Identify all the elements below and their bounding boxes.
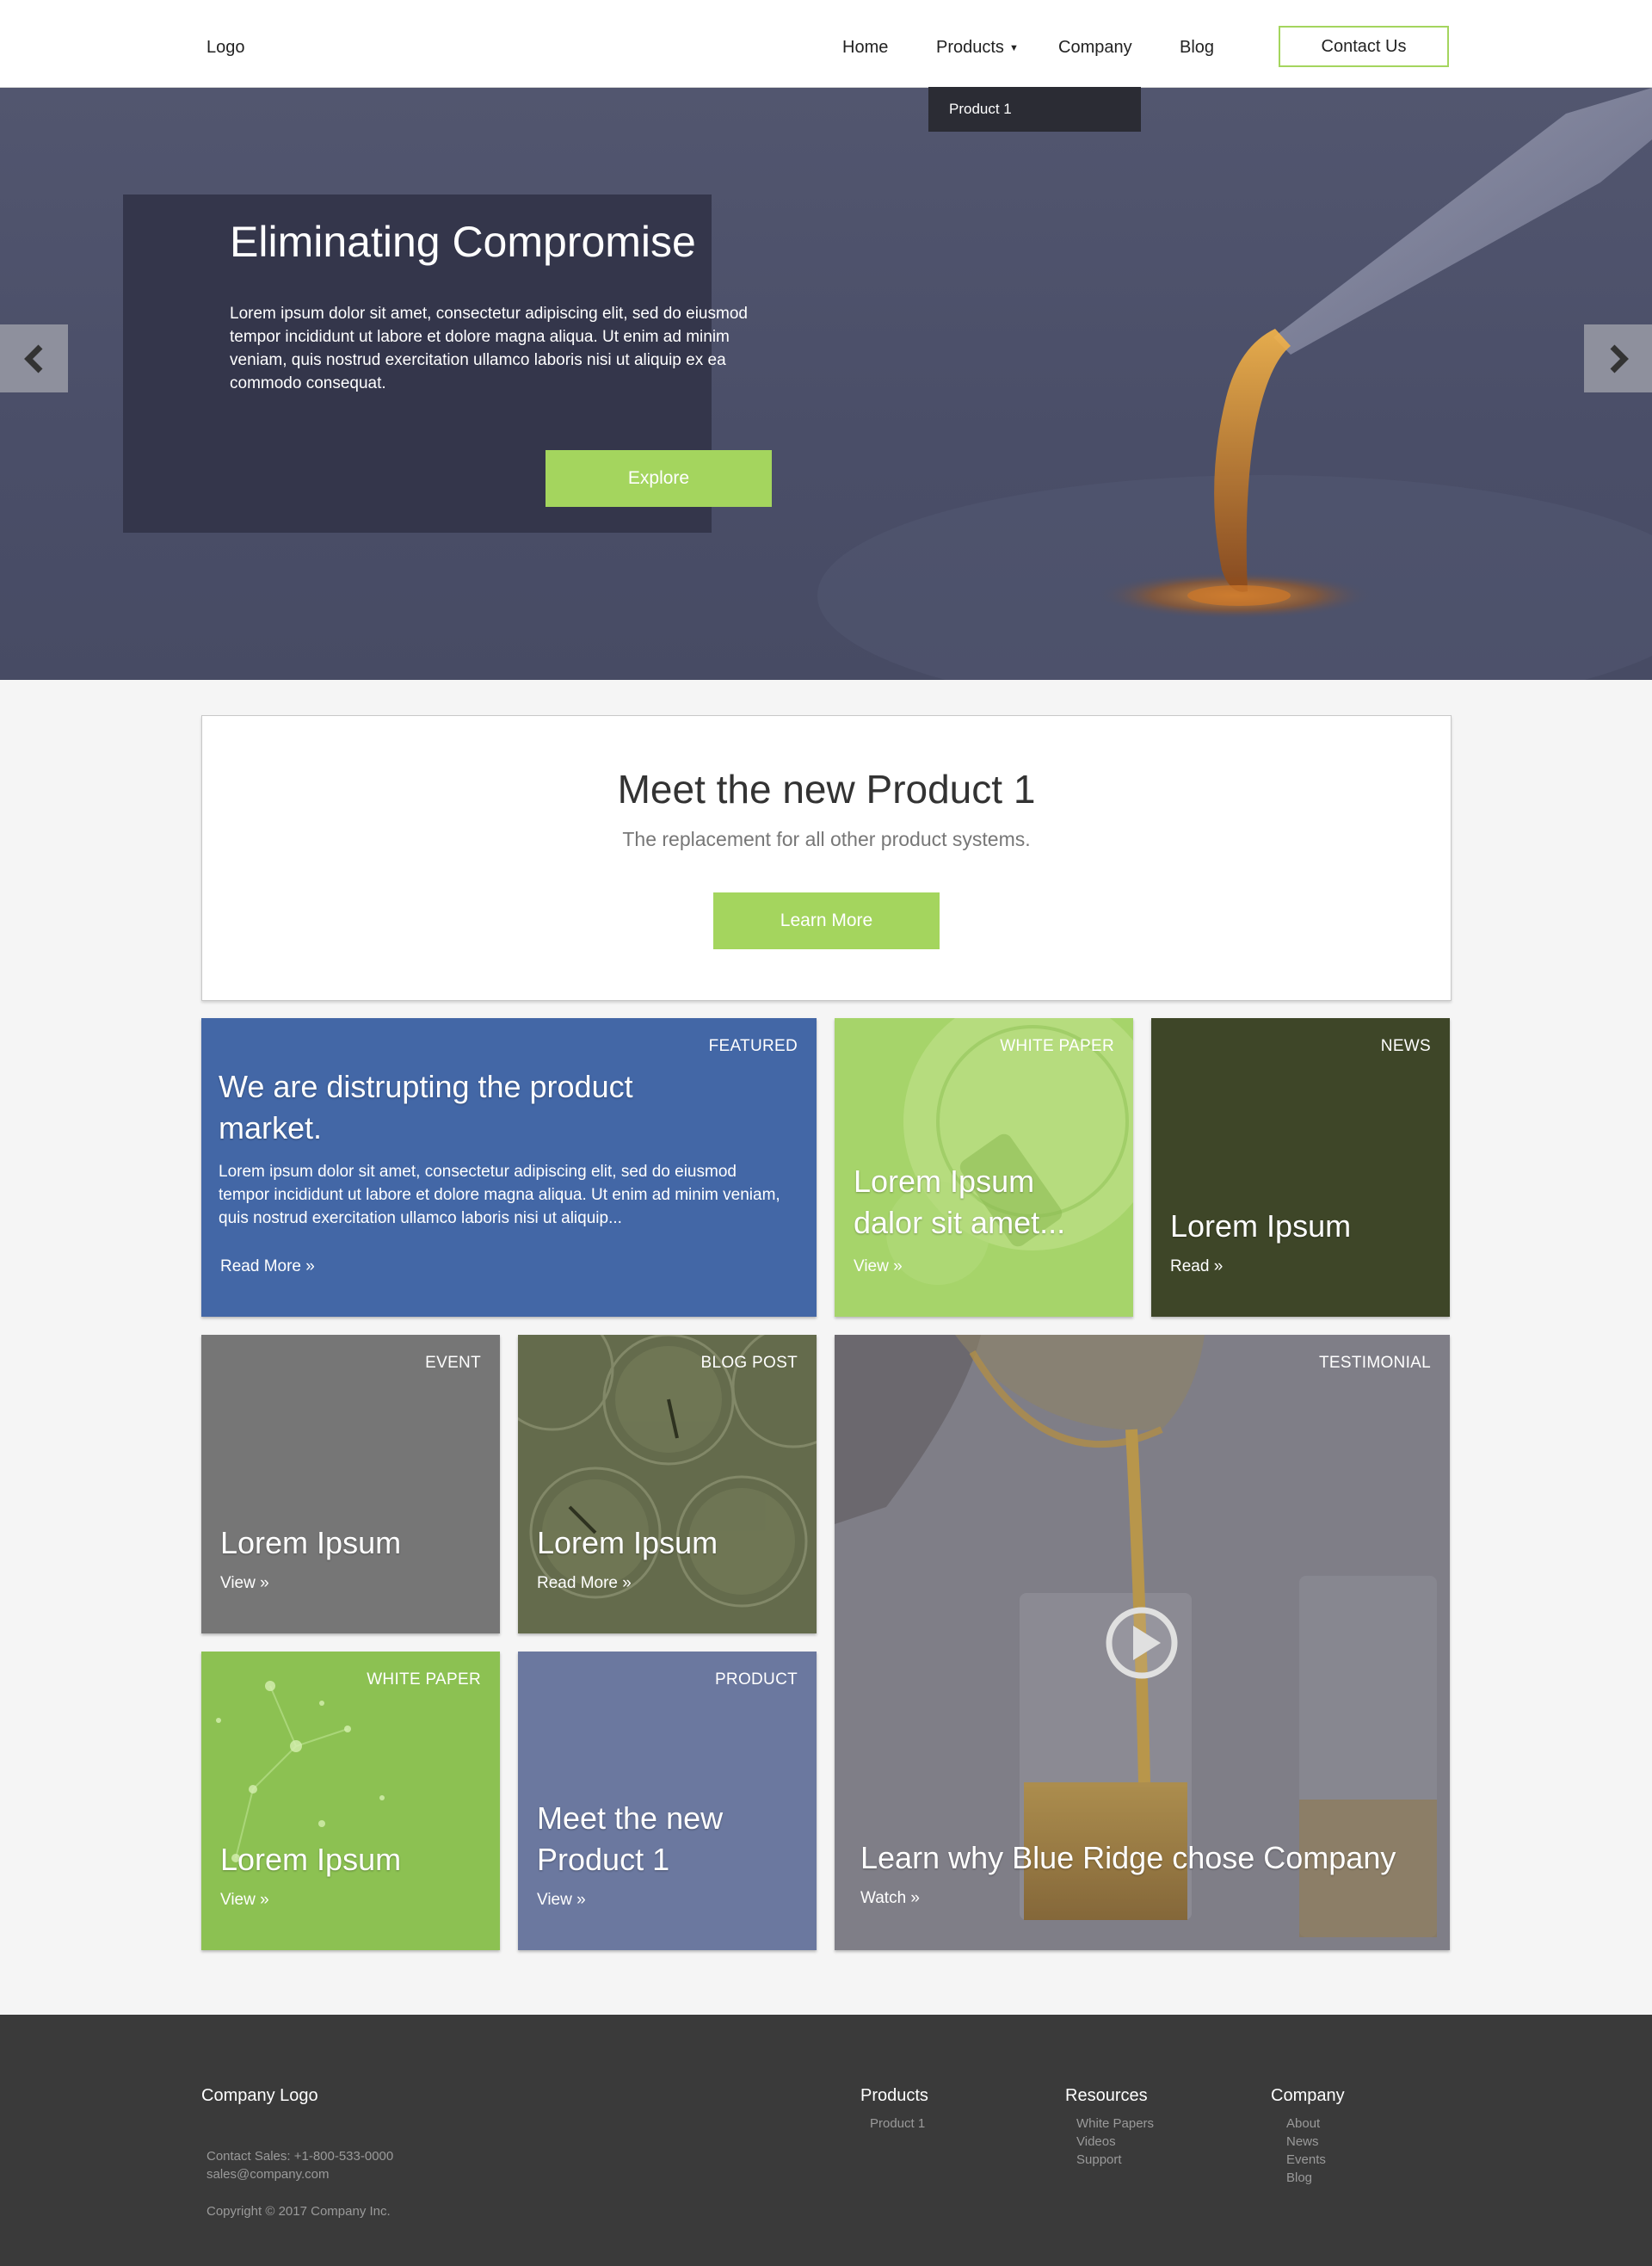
footer-link-news[interactable]: News: [1286, 2133, 1326, 2151]
explore-button[interactable]: Explore: [546, 450, 772, 507]
tile-title: Lorem Ipsum: [220, 1525, 402, 1560]
tile-tag: WHITE PAPER: [1000, 1037, 1114, 1055]
footer-resources-links: White Papers Videos Support: [1076, 2115, 1154, 2169]
tile-title: We are distrupting the product market.: [219, 1069, 633, 1145]
read-more-link[interactable]: Read More »: [220, 1257, 315, 1276]
nav-products-label: Products: [936, 38, 1004, 57]
learn-more-button[interactable]: Learn More: [713, 892, 940, 949]
tile-title: Meet the new Product 1: [537, 1800, 724, 1877]
carousel-prev-button[interactable]: [0, 324, 68, 392]
tile-tag: BLOG POST: [700, 1354, 798, 1372]
products-dropdown-item[interactable]: Product 1: [928, 87, 1141, 132]
footer-link-product-1[interactable]: Product 1: [870, 2115, 925, 2133]
view-link[interactable]: View »: [220, 1574, 269, 1593]
footer-link-support[interactable]: Support: [1076, 2151, 1154, 2169]
copyright: Copyright © 2017 Company Inc.: [206, 2204, 391, 2219]
tile-title: Lorem Ipsum: [537, 1525, 718, 1560]
carousel-next-button[interactable]: [1584, 324, 1652, 392]
promo-card: Meet the new Product 1 The replacement f…: [201, 715, 1452, 1001]
news-tile[interactable]: NEWS Lorem Ipsum Read »: [1151, 1018, 1450, 1317]
contact-us-button[interactable]: Contact Us: [1279, 26, 1449, 67]
hero-title: Eliminating Compromise: [230, 218, 696, 266]
nav-home[interactable]: Home: [842, 38, 888, 58]
tile-tag: FEATURED: [708, 1037, 798, 1055]
event-tile[interactable]: EVENT Lorem Ipsum View »: [201, 1335, 500, 1633]
tile-title: Lorem Ipsum: [220, 1842, 402, 1877]
footer-logo[interactable]: Company Logo: [201, 2086, 318, 2106]
read-more-link[interactable]: Read More »: [537, 1574, 632, 1593]
white-paper-tile-2[interactable]: WHITE PAPER Lorem Ipsum View »: [201, 1652, 500, 1950]
tile-tag: EVENT: [425, 1354, 481, 1372]
tile-tag: PRODUCT: [714, 1670, 798, 1689]
footer-link-events[interactable]: Events: [1286, 2151, 1326, 2169]
tile-tag: NEWS: [1380, 1037, 1431, 1055]
tile-title: Learn why Blue Ridge chose Company: [860, 1840, 1396, 1875]
chevron-right-icon: [1610, 344, 1629, 373]
view-link[interactable]: View »: [854, 1257, 903, 1276]
sales-email[interactable]: sales@company.com: [206, 2165, 330, 2183]
product-tile[interactable]: PRODUCT Meet the new Product 1 View »: [518, 1652, 817, 1950]
tile-title: Lorem Ipsum: [1170, 1208, 1352, 1244]
footer-company-title: Company: [1271, 2086, 1345, 2105]
tile-tag: TESTIMONIAL: [1319, 1354, 1431, 1372]
play-icon[interactable]: [1104, 1605, 1180, 1681]
footer-link-blog[interactable]: Blog: [1286, 2169, 1326, 2187]
nav-products[interactable]: Products ▼: [936, 38, 1019, 58]
footer-link-about[interactable]: About: [1286, 2115, 1326, 2133]
contact-sales: Contact Sales: +1-800-533-0000: [206, 2149, 394, 2164]
chevron-left-icon: [23, 344, 42, 373]
view-link[interactable]: View »: [220, 1891, 269, 1910]
site-footer: [0, 2015, 1652, 2266]
footer-link-videos[interactable]: Videos: [1076, 2133, 1154, 2151]
tile-text: Lorem ipsum dolor sit amet, consectetur …: [219, 1163, 780, 1227]
footer-link-white-papers[interactable]: White Papers: [1076, 2115, 1154, 2133]
read-link[interactable]: Read »: [1170, 1257, 1223, 1276]
view-link[interactable]: View »: [537, 1891, 586, 1910]
footer-company-links: About News Events Blog: [1286, 2115, 1326, 2187]
promo-title: Meet the new Product 1: [617, 767, 1036, 812]
white-paper-tile[interactable]: WHITE PAPER Lorem Ipsum dalor sit amet..…: [835, 1018, 1133, 1317]
nav-blog[interactable]: Blog: [1180, 38, 1214, 58]
logo[interactable]: Logo: [206, 38, 245, 58]
blog-post-tile[interactable]: BLOG POST Lorem Ipsum Read More »: [518, 1335, 817, 1633]
hero-text: Lorem ipsum dolor sit amet, consectetur …: [230, 305, 748, 392]
dropdown-caret-icon: ▼: [1008, 42, 1019, 53]
watch-link[interactable]: Watch »: [860, 1889, 920, 1908]
promo-subtitle: The replacement for all other product sy…: [622, 828, 1031, 850]
footer-resources-title: Resources: [1065, 2086, 1148, 2105]
tile-tag: WHITE PAPER: [367, 1670, 481, 1689]
nav-company[interactable]: Company: [1058, 38, 1132, 58]
featured-tile[interactable]: FEATURED We are distrupting the product …: [201, 1018, 817, 1317]
footer-products-links: Product 1: [870, 2115, 925, 2133]
testimonial-tile[interactable]: TESTIMONIAL Learn why Blue Ridge chose C…: [835, 1335, 1450, 1950]
footer-products-title: Products: [860, 2086, 928, 2105]
tile-title: Lorem Ipsum dalor sit amet...: [854, 1164, 1066, 1240]
